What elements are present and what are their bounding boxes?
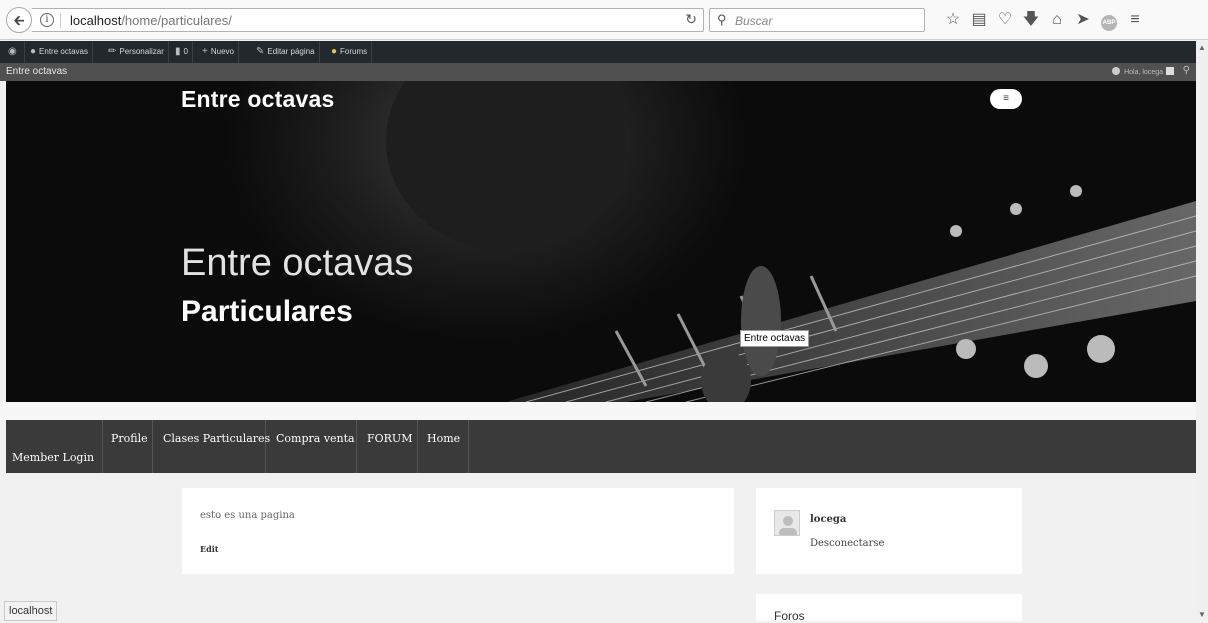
logout-link[interactable]: Desconectarse: [810, 538, 884, 549]
url-path: /home/particulares/: [121, 13, 232, 28]
hero-bottom-strip: [0, 402, 1196, 420]
adminbar-new-label: Nuevo: [210, 47, 234, 56]
home-icon[interactable]: ⌂: [1044, 10, 1070, 30]
nav-label: Member Login: [12, 451, 95, 464]
url-bar[interactable]: i localhost/home/particulares/ ↻: [32, 8, 704, 32]
adminbar-customize-label: Personalizar: [119, 47, 164, 56]
download-icon[interactable]: 🡇: [1018, 10, 1044, 30]
avatar[interactable]: [774, 510, 800, 536]
adminbar-edit-page[interactable]: ✎ Editar página: [252, 41, 320, 63]
nav-label: Profile: [111, 432, 148, 445]
hamburger-menu-icon[interactable]: ≡: [1122, 10, 1148, 30]
forums-bubble-icon: ●: [331, 46, 338, 57]
edit-link[interactable]: Edit: [200, 544, 218, 554]
adminbar-site-label: Entre octavas: [39, 47, 88, 56]
comment-icon: ▮: [175, 46, 181, 57]
howdy-user[interactable]: Hola, locega: [1112, 67, 1174, 76]
page-scrollbar[interactable]: ▲ ▼: [1196, 41, 1208, 621]
plus-icon: +: [202, 46, 208, 57]
adminbar-comments-count: 0: [183, 47, 188, 56]
nav-label: Compra venta: [276, 432, 355, 445]
foros-widget: Foros: [756, 594, 1022, 623]
username-link[interactable]: locega: [810, 514, 846, 525]
adminbar-new[interactable]: + Nuevo: [198, 41, 239, 63]
search-icon: ⚲: [717, 12, 727, 27]
search-placeholder: Buscar: [735, 14, 773, 28]
site-title-bar: Entre octavas Hola, locega ⚲: [0, 63, 1196, 81]
adminbar-forums[interactable]: ● Forums: [327, 41, 373, 63]
home-site-icon: ●: [30, 46, 37, 57]
toolbar-icons: ☆ ▤ ♡ 🡇 ⌂ ➤ ABP ≡: [940, 10, 1148, 31]
url-host: localhost: [70, 13, 122, 28]
back-button[interactable]: 🡰: [6, 7, 32, 33]
scroll-up-icon[interactable]: ▲: [1198, 43, 1206, 52]
adminbar-forums-label: Forums: [340, 47, 368, 56]
adblock-icon[interactable]: ABP: [1096, 10, 1122, 31]
adminbar-edit-label: Editar página: [267, 47, 315, 56]
hero-banner: Entre octavas ≡ Entre octavas Particular…: [6, 81, 1196, 402]
default-avatar-icon: [779, 516, 797, 535]
user-avatar-icon: [1166, 67, 1174, 75]
page-content-card: esto es una pagina Edit: [182, 488, 734, 574]
settings-icon: [1112, 67, 1121, 75]
back-arrow-icon: 🡰: [13, 12, 25, 28]
user-widget: locega Desconectarse: [756, 488, 1022, 574]
hero-subtitle: Particulares: [181, 295, 353, 328]
nav-label: FORUM: [367, 432, 413, 445]
scroll-down-icon[interactable]: ▼: [1198, 610, 1206, 619]
search-bar[interactable]: ⚲ Buscar: [709, 8, 925, 32]
wp-admin-bar: ◉ ● Entre octavas ✏ Personalizar ▮ 0 + Nuevo…: [0, 41, 1208, 63]
pencil-icon: ✎: [256, 46, 265, 57]
pocket-icon[interactable]: ♡: [992, 10, 1018, 30]
info-icon[interactable]: i: [40, 13, 54, 27]
page-body-text: esto es una pagina: [200, 510, 295, 521]
nav-label: Clases Particulares: [163, 432, 271, 445]
menu-toggle-button[interactable]: ≡: [990, 89, 1022, 109]
adminbar-site[interactable]: ● Entre octavas: [26, 41, 93, 63]
wordpress-logo-icon[interactable]: ◉: [4, 41, 25, 63]
url-separator: [60, 13, 61, 28]
howdy-label: Hola, locega: [1124, 69, 1163, 76]
url-text[interactable]: localhost/home/particulares/: [70, 13, 232, 28]
brush-icon: ✏: [108, 46, 117, 57]
bookmarks-library-icon[interactable]: ▤: [966, 10, 992, 30]
adminbar-customize[interactable]: ✏ Personalizar: [104, 41, 169, 63]
nav-item-compra-venta[interactable]: Compra venta: [266, 420, 357, 473]
search-icon[interactable]: ⚲: [1183, 65, 1190, 76]
site-name[interactable]: Entre octavas: [6, 66, 67, 77]
bookmark-star-icon[interactable]: ☆: [940, 10, 966, 30]
adminbar-comments[interactable]: ▮ 0: [171, 41, 193, 63]
hero-heading: Entre octavas: [181, 242, 414, 284]
nav-label: Home: [427, 432, 461, 445]
nav-item-member-login[interactable]: Member Login: [6, 420, 103, 473]
reload-icon[interactable]: ↻: [685, 11, 697, 28]
send-icon[interactable]: ➤: [1070, 10, 1096, 30]
nav-item-home[interactable]: Home: [418, 420, 469, 473]
status-bar: localhost: [4, 601, 58, 621]
hero-site-title[interactable]: Entre octavas: [181, 86, 334, 113]
nav-item-clases-particulares[interactable]: Clases Particulares: [153, 420, 270, 473]
main-nav: Member Login Profile Clases Particulares…: [6, 420, 1196, 473]
nav-item-forum[interactable]: FORUM: [357, 420, 418, 473]
browser-toolbar: 🡰 i localhost/home/particulares/ ↻ ⚲ Bus…: [0, 0, 1208, 40]
nav-item-profile[interactable]: Profile: [103, 420, 153, 473]
hover-tooltip: Entre octavas: [740, 330, 810, 347]
